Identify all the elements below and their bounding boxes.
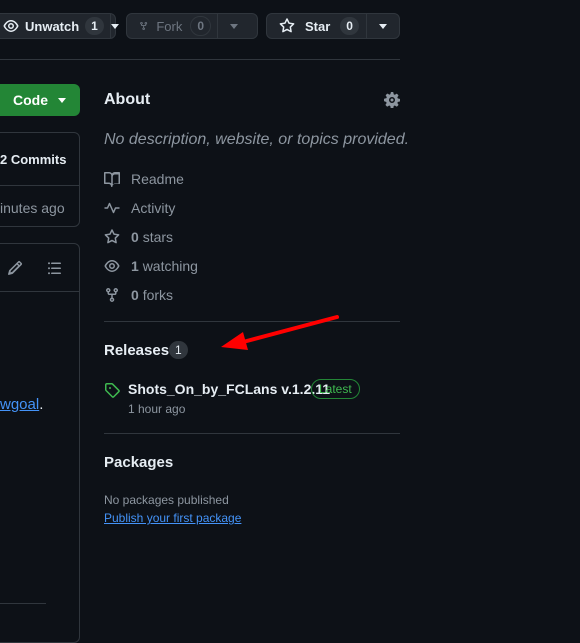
chevron-down-icon (110, 23, 119, 29)
forks-label: forks (142, 287, 174, 303)
unwatch-dropdown[interactable] (109, 14, 119, 38)
release-time: 1 hour ago (128, 402, 186, 416)
star-button[interactable]: Star 0 (266, 13, 400, 39)
packages-title[interactable]: Packages (104, 454, 173, 471)
release-name[interactable]: Shots_On_by_FCLans v.1.2.11 (128, 381, 330, 397)
watching-count: 1 (131, 258, 139, 274)
code-label: Code (13, 92, 48, 108)
star-icon (279, 18, 295, 33)
readme-bottom-divider (0, 603, 46, 604)
fork-count: 0 (190, 16, 211, 36)
gear-icon[interactable] (384, 92, 400, 108)
commits-box-divider (0, 185, 80, 186)
pencil-icon[interactable] (7, 260, 23, 276)
code-button[interactable]: Code (0, 84, 80, 116)
fork-main[interactable]: Fork 0 (127, 14, 217, 38)
unwatch-label: Unwatch (25, 18, 80, 34)
eye-icon (3, 20, 19, 32)
fork-label: Fork (156, 18, 183, 34)
releases-count: 1 (169, 341, 188, 359)
activity-link[interactable]: Activity (104, 200, 175, 216)
watch-count: 1 (85, 17, 104, 35)
chevron-down-icon (379, 23, 388, 29)
fork-icon (106, 288, 118, 302)
unwatch-main[interactable]: Unwatch 1 (0, 14, 110, 38)
watching-label: watching (142, 258, 198, 274)
eye-icon (104, 260, 120, 272)
about-title: About (104, 91, 151, 108)
header-divider (0, 59, 400, 60)
watching-text: 1 watching (131, 258, 198, 274)
star-label: Star (305, 18, 331, 34)
readme-link-partial[interactable]: wgoal. (0, 396, 43, 413)
pulse-icon (104, 202, 120, 214)
forks-text: 0 forks (131, 287, 173, 303)
commits-link[interactable]: 2 Commits (0, 152, 66, 167)
chevron-down-icon (230, 23, 238, 29)
readme-label: Readme (131, 171, 184, 187)
activity-label: Activity (131, 200, 176, 216)
list-icon[interactable] (46, 260, 62, 276)
fork-icon (140, 21, 148, 31)
readme-link[interactable]: Readme (104, 171, 184, 187)
annotation-arrow (221, 315, 339, 350)
watching-link[interactable]: 1 watching (104, 258, 198, 274)
tag-icon (104, 383, 120, 398)
unwatch-button[interactable]: Unwatch 1 (0, 13, 119, 39)
fork-dropdown[interactable] (217, 14, 250, 38)
commit-time: inutes ago (0, 200, 65, 216)
book-icon (104, 172, 120, 187)
latest-badge: Latest (311, 379, 360, 399)
star-dropdown[interactable] (366, 14, 399, 38)
star-main[interactable]: Star 0 (267, 14, 366, 38)
readme-box (0, 243, 80, 643)
chevron-down-icon (58, 97, 66, 103)
about-description: No description, website, or topics provi… (104, 131, 410, 148)
releases-title[interactable]: Releases (104, 342, 169, 359)
star-count: 0 (340, 17, 359, 35)
fork-button[interactable]: Fork 0 (126, 13, 258, 39)
stars-link[interactable]: 0 stars (104, 229, 173, 245)
releases-divider (104, 433, 400, 434)
packages-empty-text: No packages published (104, 493, 229, 507)
star-icon (104, 229, 120, 244)
forks-link[interactable]: 0 forks (104, 287, 173, 303)
stars-count: 0 (131, 229, 139, 245)
publish-package-link[interactable]: Publish your first package (104, 511, 241, 525)
stars-label: stars (142, 229, 174, 245)
readme-link-text[interactable]: wgoal (0, 396, 39, 413)
stars-text: 0 stars (131, 229, 173, 245)
forks-count: 0 (131, 287, 139, 303)
readme-link-suffix: . (39, 396, 44, 413)
readme-toolbar-divider (0, 291, 80, 292)
